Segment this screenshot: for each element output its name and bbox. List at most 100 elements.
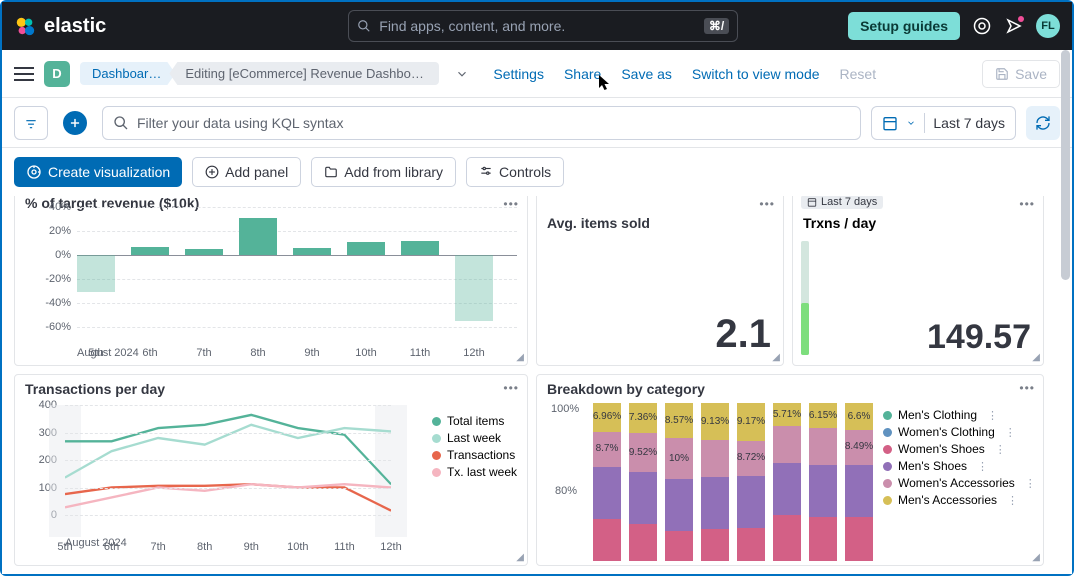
x-tick: 7th xyxy=(150,541,165,553)
resize-handle-icon[interactable]: ◢ xyxy=(772,352,780,363)
save-as-link[interactable]: Save as xyxy=(621,66,672,82)
plus-circle-icon xyxy=(205,165,219,179)
legend-item[interactable]: Total items xyxy=(432,414,517,428)
panel-title: Transactions per day xyxy=(15,375,527,403)
add-filter-button[interactable] xyxy=(63,111,87,135)
filter-toggle-button[interactable] xyxy=(14,106,48,140)
reset-link: Reset xyxy=(840,66,877,82)
x-tick: 10th xyxy=(355,347,376,359)
query-input[interactable]: Filter your data using KQL syntax xyxy=(102,106,861,140)
calendar-icon xyxy=(807,197,817,207)
scrollbar[interactable] xyxy=(1061,50,1070,280)
legend-item[interactable]: Last week xyxy=(432,431,517,445)
legend-item[interactable]: Men's Accessories⋮ xyxy=(883,493,1036,507)
settings-link[interactable]: Settings xyxy=(493,66,544,82)
brand-text: elastic xyxy=(44,15,106,38)
y-tick: 100% xyxy=(551,403,579,415)
newsfeed-icon[interactable] xyxy=(1004,16,1024,36)
panel-avg-items[interactable]: Avg. items sold ••• 2.1 ◢ xyxy=(536,196,784,366)
create-viz-label: Create visualization xyxy=(48,164,170,180)
y-tick: -20% xyxy=(45,273,71,285)
resize-handle-icon[interactable]: ◢ xyxy=(1032,552,1040,563)
legend-item[interactable]: Women's Accessories⋮ xyxy=(883,476,1036,490)
x-tick: 7th xyxy=(196,347,211,359)
add-panel-button[interactable]: Add panel xyxy=(192,157,301,187)
search-icon xyxy=(357,19,371,33)
switch-view-link[interactable]: Switch to view mode xyxy=(692,66,820,82)
plus-icon xyxy=(68,116,82,130)
refresh-button[interactable] xyxy=(1026,106,1060,140)
legend-item[interactable]: Men's Shoes⋮ xyxy=(883,459,1036,473)
help-icon[interactable] xyxy=(972,16,992,36)
panel-menu-icon[interactable]: ••• xyxy=(759,197,775,211)
stacked-bar: 6.15% xyxy=(809,403,837,561)
filter-icon xyxy=(24,116,38,130)
breadcrumb: Dashboar… Editing [eCommerce] Revenue Da… xyxy=(80,62,439,85)
save-button[interactable]: Save xyxy=(982,60,1060,88)
panel-target-revenue[interactable]: % of target revenue ($10k) ••• 40%20%0%-… xyxy=(14,196,528,366)
nav-toggle-icon[interactable] xyxy=(14,67,34,81)
x-tick: 9th xyxy=(244,541,259,553)
logo[interactable]: elastic xyxy=(14,15,106,38)
x-tick: 12th xyxy=(380,541,401,553)
controls-label: Controls xyxy=(499,164,551,180)
create-visualization-button[interactable]: Create visualization xyxy=(14,157,182,187)
resize-handle-icon[interactable]: ◢ xyxy=(516,352,524,363)
add-from-library-button[interactable]: Add from library xyxy=(311,157,456,187)
top-header: elastic Find apps, content, and more. ⌘/… xyxy=(2,2,1072,50)
time-badge: Last 7 days xyxy=(801,196,883,209)
elastic-logo-icon xyxy=(14,15,36,37)
legend-item[interactable]: Women's Shoes⋮ xyxy=(883,442,1036,456)
bar xyxy=(131,247,169,255)
date-range-label: Last 7 days xyxy=(933,115,1005,131)
stacked-bar: 8.57%10% xyxy=(665,403,693,561)
dashboard-grid: % of target revenue ($10k) ••• 40%20%0%-… xyxy=(2,196,1072,574)
panel-trxns-day[interactable]: ••• Last 7 days Trxns / day 149.57 ◢ xyxy=(792,196,1044,366)
global-search[interactable]: Find apps, content, and more. ⌘/ xyxy=(348,10,738,42)
stacked-bar: 6.96%8.7% xyxy=(593,403,621,561)
user-avatar[interactable]: FL xyxy=(1036,14,1060,38)
target-chart: 40%20%0%-20%-40%-60% 5th6th7th8th9th10th… xyxy=(35,207,517,345)
controls-button[interactable]: Controls xyxy=(466,157,564,187)
metric-value: 149.57 xyxy=(927,318,1031,357)
panel-menu-icon[interactable]: ••• xyxy=(1019,381,1035,395)
panel-title: Trxns / day xyxy=(793,211,1043,235)
gauge-fill xyxy=(801,303,809,355)
resize-handle-icon[interactable]: ◢ xyxy=(1032,352,1040,363)
legend-item[interactable]: Tx. last week xyxy=(432,465,517,479)
x-tick: 6th xyxy=(142,347,157,359)
space-selector[interactable]: D xyxy=(44,61,70,87)
brk-chart: 100% 80% 6.96%8.7%7.36%9.52%8.57%10%9.13… xyxy=(551,403,877,561)
legend-item[interactable]: Transactions xyxy=(432,448,517,462)
setup-guides-button[interactable]: Setup guides xyxy=(848,12,960,40)
panel-title: Avg. items sold xyxy=(537,196,783,237)
bar xyxy=(455,255,493,321)
legend-item[interactable]: Men's Clothing⋮ xyxy=(883,408,1036,422)
sliders-icon xyxy=(479,165,493,179)
y-tick: -40% xyxy=(45,297,71,309)
panel-transactions-per-day[interactable]: Transactions per day ••• 0100200300400 5… xyxy=(14,374,528,566)
y-tick: 0% xyxy=(55,249,71,261)
calendar-icon xyxy=(882,115,898,131)
panel-menu-icon[interactable]: ••• xyxy=(503,381,519,395)
x-tick: 11th xyxy=(410,347,431,359)
resize-handle-icon[interactable]: ◢ xyxy=(516,552,524,563)
chevron-down-icon[interactable] xyxy=(455,67,469,81)
bar xyxy=(77,255,115,292)
share-link[interactable]: Share xyxy=(564,66,601,82)
save-label: Save xyxy=(1015,66,1047,82)
stacked-bar: 9.13% xyxy=(701,403,729,561)
panel-menu-icon[interactable]: ••• xyxy=(1019,197,1035,211)
y-tick: 80% xyxy=(555,485,577,497)
date-picker[interactable]: Last 7 days xyxy=(871,106,1016,140)
x-tick: 8th xyxy=(250,347,265,359)
breadcrumb-dashboards[interactable]: Dashboar… xyxy=(80,62,175,85)
bar xyxy=(293,248,331,255)
panel-breakdown-category[interactable]: Breakdown by category ••• 100% 80% 6.96%… xyxy=(536,374,1044,566)
search-placeholder: Find apps, content, and more. xyxy=(379,18,565,34)
x-tick: 10th xyxy=(287,541,308,553)
refresh-icon xyxy=(1035,115,1051,131)
dashboard-action-bar: Create visualization Add panel Add from … xyxy=(2,148,1072,196)
save-icon xyxy=(995,67,1009,81)
legend-item[interactable]: Women's Clothing⋮ xyxy=(883,425,1036,439)
